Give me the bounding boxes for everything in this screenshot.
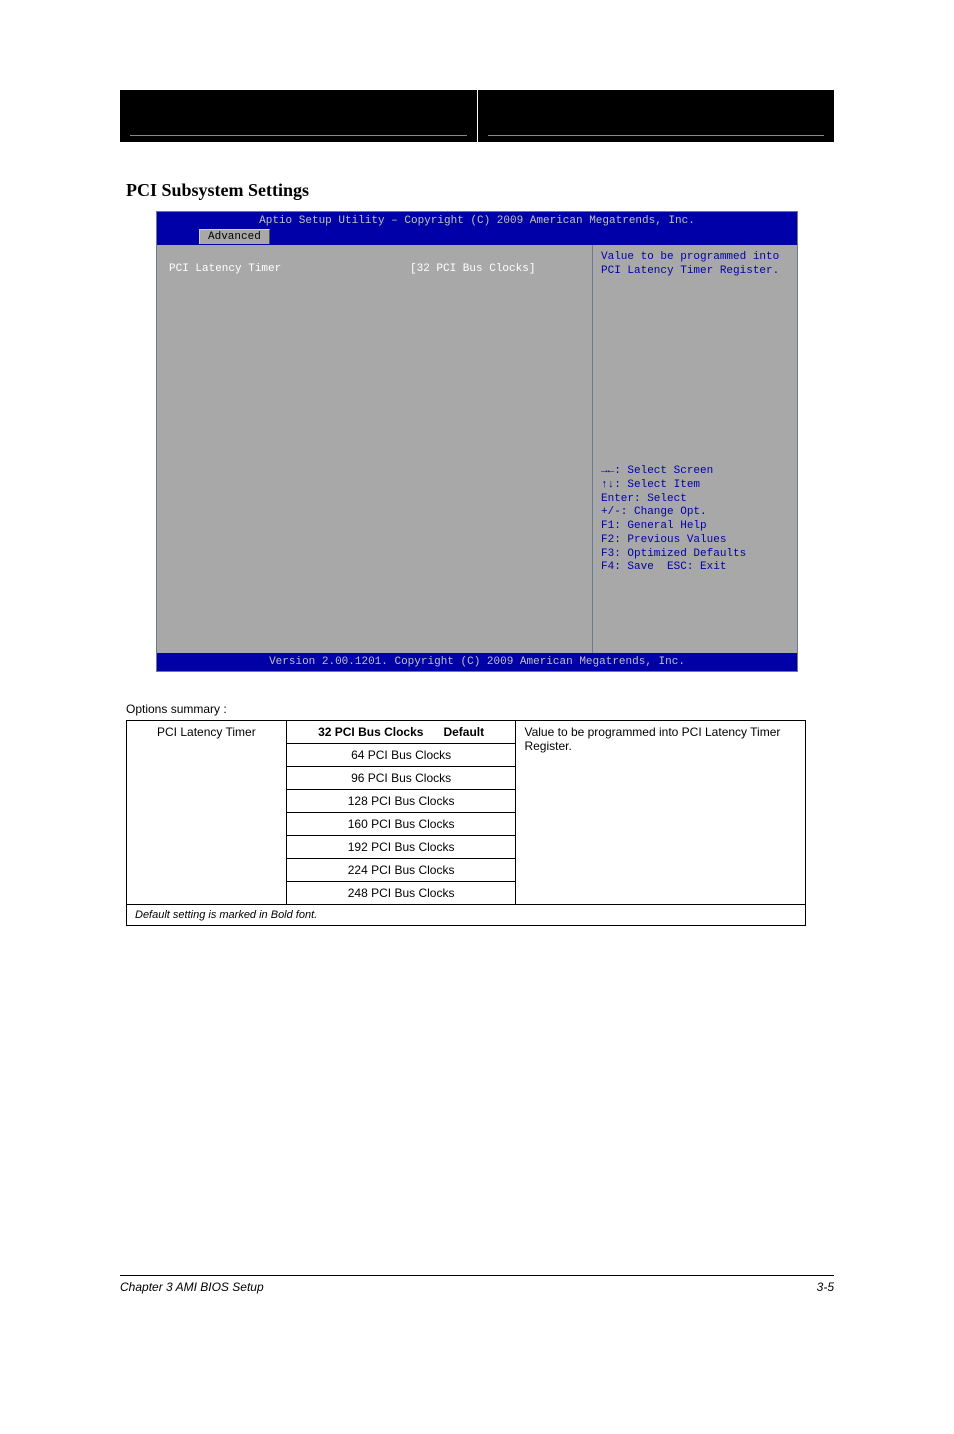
options-value: 160 PCI Bus Clocks xyxy=(286,813,516,836)
bios-hotkey: ↑↓: Select Item xyxy=(601,479,789,493)
options-default-note: Default setting is marked in Bold font. xyxy=(127,905,806,926)
bios-hotkey: →←: Select Screen xyxy=(601,465,789,479)
page-footer-chapter: Chapter 3 AMI BIOS Setup xyxy=(120,1280,264,1294)
bios-help-line: Value to be programmed into xyxy=(601,251,789,265)
options-value: 128 PCI Bus Clocks xyxy=(286,790,516,813)
options-value: 192 PCI Bus Clocks xyxy=(286,836,516,859)
section-title: PCI Subsystem Settings xyxy=(126,180,834,201)
bios-footer: Version 2.00.1201. Copyright (C) 2009 Am… xyxy=(157,653,797,671)
options-value: 224 PCI Bus Clocks xyxy=(286,859,516,882)
bios-setting-label: PCI Latency Timer xyxy=(169,263,410,275)
bios-help-line: PCI Latency Timer Register. xyxy=(601,265,789,279)
bios-hotkeys: →←: Select Screen ↑↓: Select Item Enter:… xyxy=(601,465,789,575)
options-description: Value to be programmed into PCI Latency … xyxy=(516,721,806,905)
table-row: Default setting is marked in Bold font. xyxy=(127,905,806,926)
bios-tabbar: Advanced xyxy=(157,227,797,245)
bios-tab-advanced[interactable]: Advanced xyxy=(199,229,270,244)
doc-header xyxy=(120,90,834,142)
bios-hotkey: F2: Previous Values xyxy=(601,534,789,548)
doc-header-right xyxy=(478,90,835,142)
bios-hotkey: +/-: Change Opt. xyxy=(601,506,789,520)
bios-settings-pane: PCI Latency Timer [32 PCI Bus Clocks] xyxy=(157,245,593,653)
options-value: 64 PCI Bus Clocks xyxy=(286,744,516,767)
bios-setting-row[interactable]: PCI Latency Timer [32 PCI Bus Clocks] xyxy=(169,263,580,275)
bios-hotkey: F4: Save ESC: Exit xyxy=(601,561,789,575)
options-default-tag: Default xyxy=(443,725,484,739)
options-table: PCI Latency Timer 32 PCI Bus Clocks Defa… xyxy=(126,720,806,926)
page-footer-number: 3-5 xyxy=(817,1280,834,1294)
table-row: PCI Latency Timer 32 PCI Bus Clocks Defa… xyxy=(127,721,806,744)
bios-hotkey: F3: Optimized Defaults xyxy=(601,548,789,562)
options-value: 96 PCI Bus Clocks xyxy=(286,767,516,790)
options-caption: Options summary : xyxy=(126,702,834,716)
options-value: 248 PCI Bus Clocks xyxy=(286,882,516,905)
doc-header-left xyxy=(120,90,478,142)
bios-setting-value: [32 PCI Bus Clocks] xyxy=(410,263,580,275)
options-value-default: 32 PCI Bus Clocks xyxy=(318,725,423,739)
bios-hotkey: F1: General Help xyxy=(601,520,789,534)
bios-screenshot: Aptio Setup Utility – Copyright (C) 2009… xyxy=(156,211,798,672)
options-item: PCI Latency Timer xyxy=(127,721,287,905)
bios-hotkey: Enter: Select xyxy=(601,493,789,507)
page-footer: Chapter 3 AMI BIOS Setup 3-5 xyxy=(120,1275,834,1294)
bios-titlebar: Aptio Setup Utility – Copyright (C) 2009… xyxy=(157,212,797,227)
bios-help-pane: Value to be programmed into PCI Latency … xyxy=(593,245,797,653)
